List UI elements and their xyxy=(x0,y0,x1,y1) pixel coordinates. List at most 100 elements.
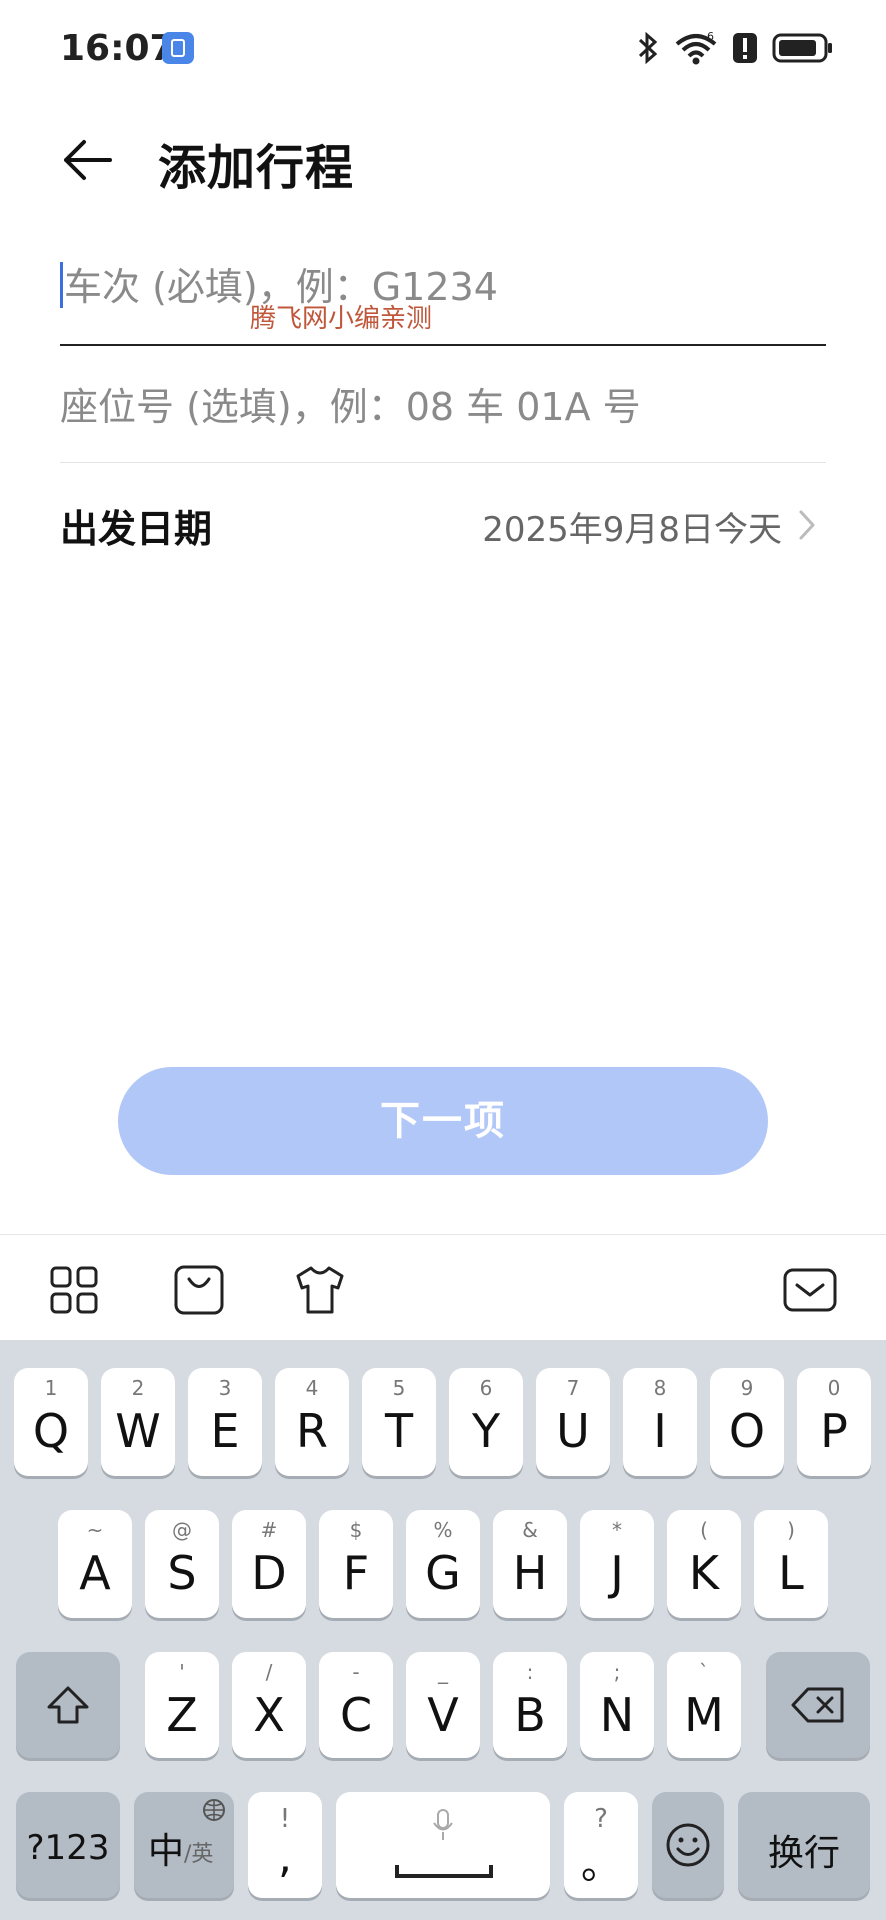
key-label: D xyxy=(251,1546,287,1600)
key-sub-label: % xyxy=(433,1518,453,1542)
key-u[interactable]: 7U xyxy=(536,1368,610,1476)
enter-key-label: 换行 xyxy=(767,1833,840,1874)
key-t[interactable]: 5T xyxy=(362,1368,436,1476)
key-sub-label: : xyxy=(526,1660,534,1684)
key-sub-label: 9 xyxy=(740,1376,754,1400)
key-sub-label: 8 xyxy=(653,1376,667,1400)
key-sub-label: ( xyxy=(700,1518,708,1542)
shift-key[interactable] xyxy=(16,1652,120,1758)
departure-date-label: 出发日期 xyxy=(60,507,213,551)
key-sub-label: ; xyxy=(613,1660,621,1684)
emoji-icon xyxy=(666,1823,710,1867)
key-x[interactable]: / X xyxy=(232,1652,306,1758)
key-o[interactable]: 9O xyxy=(710,1368,784,1476)
seat-number-input[interactable]: 座位号 (选填)，例：08 车 01A 号 xyxy=(60,376,826,463)
language-key-sublabel: /英 xyxy=(184,1842,214,1867)
alert-icon xyxy=(733,33,757,63)
language-switch-key[interactable]: 中 /英 xyxy=(134,1792,234,1898)
key-label: E xyxy=(210,1404,240,1458)
key-a[interactable]: ~ A xyxy=(58,1510,132,1618)
key-p[interactable]: 0P xyxy=(797,1368,871,1476)
key-h[interactable]: & H xyxy=(493,1510,567,1618)
globe-icon xyxy=(203,1799,225,1821)
key-label: F xyxy=(342,1546,370,1600)
period-key[interactable]: ? 。 xyxy=(564,1792,638,1898)
key-sub-label: ` xyxy=(699,1660,709,1684)
key-i[interactable]: 8I xyxy=(623,1368,697,1476)
keyboard-hide-icon[interactable] xyxy=(782,1262,838,1318)
key-label: C xyxy=(339,1688,373,1742)
key-label: U xyxy=(556,1404,590,1458)
keyboard-toolbar xyxy=(0,1234,886,1341)
key-g[interactable]: % G xyxy=(406,1510,480,1618)
chevron-right-icon xyxy=(799,510,815,540)
period-key-label: 。 xyxy=(581,1842,621,1888)
key-sub-label: 3 xyxy=(218,1376,232,1400)
key-l[interactable]: ) L xyxy=(754,1510,828,1618)
key-sub-label: * xyxy=(612,1518,622,1542)
key-d[interactable]: # D xyxy=(232,1510,306,1618)
key-f[interactable]: $ F xyxy=(319,1510,393,1618)
delete-key[interactable] xyxy=(766,1652,870,1758)
apps-grid-icon[interactable] xyxy=(46,1262,102,1318)
enter-key[interactable]: 换行 xyxy=(738,1792,870,1898)
key-sub-label: 0 xyxy=(827,1376,841,1400)
comma-key-sub: ! xyxy=(279,1804,291,1834)
key-w[interactable]: 2W xyxy=(101,1368,175,1476)
text-cursor xyxy=(60,262,63,308)
key-label: W xyxy=(115,1404,161,1458)
key-label: K xyxy=(688,1546,720,1600)
comma-key[interactable]: ! , xyxy=(248,1792,322,1898)
key-sub-label: @ xyxy=(172,1518,192,1542)
key-label: S xyxy=(167,1546,197,1600)
shopping-bag-icon[interactable] xyxy=(171,1262,227,1318)
key-y[interactable]: 6Y xyxy=(449,1368,523,1476)
comma-key-label: , xyxy=(278,1832,292,1883)
key-label: H xyxy=(512,1546,548,1600)
key-label: M xyxy=(684,1688,724,1742)
key-sub-label: ~ xyxy=(86,1518,104,1542)
tshirt-icon[interactable] xyxy=(292,1262,348,1318)
status-bar: 16:07 6 xyxy=(0,0,886,100)
key-sub-label: 4 xyxy=(305,1376,319,1400)
key-label: T xyxy=(384,1404,414,1458)
key-label: Q xyxy=(32,1404,70,1458)
key-m[interactable]: ` M xyxy=(667,1652,741,1758)
key-label: B xyxy=(514,1688,546,1742)
key-label: J xyxy=(610,1546,624,1600)
key-label: R xyxy=(296,1404,328,1458)
key-label: A xyxy=(79,1546,111,1600)
key-k[interactable]: (K xyxy=(667,1510,741,1618)
key-label: Y xyxy=(471,1404,501,1458)
emoji-key[interactable] xyxy=(652,1792,724,1898)
train-number-placeholder: 车次 (必填)，例：G1234 xyxy=(64,265,498,309)
key-label: G xyxy=(425,1546,461,1600)
train-number-input[interactable]: 车次 (必填)，例：G1234 腾飞网小编亲测 xyxy=(60,256,826,346)
key-b[interactable]: :B xyxy=(493,1652,567,1758)
battery-icon xyxy=(772,33,832,63)
bluetooth-icon xyxy=(638,31,658,65)
key-sub-label: - xyxy=(352,1660,360,1684)
numbers-key[interactable]: ?123 xyxy=(16,1792,120,1898)
key-v[interactable]: _ V xyxy=(406,1652,480,1758)
watermark-text: 腾飞网小编亲测 xyxy=(250,304,433,334)
key-q[interactable]: 1Q xyxy=(14,1368,88,1476)
key-n[interactable]: ; N xyxy=(580,1652,654,1758)
key-c[interactable]: -C xyxy=(319,1652,393,1758)
svg-text:6: 6 xyxy=(707,30,714,43)
key-r[interactable]: 4R xyxy=(275,1368,349,1476)
departure-date-row[interactable]: 出发日期 2025年9月8日今天 xyxy=(60,490,826,560)
next-button[interactable]: 下一项 xyxy=(118,1067,768,1175)
key-z[interactable]: ' Z xyxy=(145,1652,219,1758)
header: 添加行程 xyxy=(0,110,886,210)
back-arrow-icon[interactable] xyxy=(58,130,118,190)
key-sub-label: 1 xyxy=(44,1376,58,1400)
key-e[interactable]: 3E xyxy=(188,1368,262,1476)
key-sub-label: 2 xyxy=(131,1376,145,1400)
space-key[interactable] xyxy=(336,1792,550,1898)
key-s[interactable]: @ S xyxy=(145,1510,219,1618)
key-j[interactable]: * J xyxy=(580,1510,654,1618)
notification-app-icon xyxy=(162,32,194,64)
key-sub-label: / xyxy=(265,1660,273,1684)
soft-keyboard: 1Q2W3E4R5T6Y7U8I9O0P ~ A @ S # D $ F% G & H * J(K) L … xyxy=(0,1340,886,1920)
